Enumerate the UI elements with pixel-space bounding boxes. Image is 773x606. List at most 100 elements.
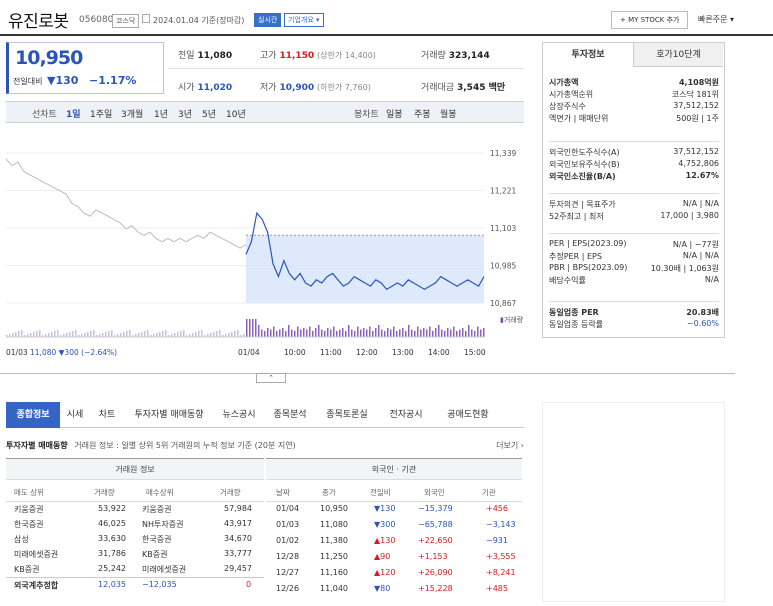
volume-bar <box>69 332 71 337</box>
price-rate: −1.17% <box>89 74 137 87</box>
collapse-chevron-icon[interactable]: ⌃ <box>256 373 286 383</box>
volume-bar <box>126 331 128 337</box>
period-1y[interactable]: 1년 <box>154 107 168 120</box>
period-10y[interactable]: 10년 <box>226 107 246 120</box>
open-label: 시가 <box>178 83 195 93</box>
volume-bar <box>312 331 314 337</box>
volume-bar <box>324 331 326 337</box>
tab-0[interactable]: 종합정보 <box>6 402 60 428</box>
foreign-row: 12/26 11,040 ▼80 +15,228 +485 <box>266 582 522 598</box>
invest-info-panel: 투자정보 호가10단계 시가총액 4,108억원 시가총액순위 코스닥 181위 상장주… <box>542 42 725 338</box>
line-chart-label: 선차트 <box>32 110 57 120</box>
invest-sep <box>549 301 719 302</box>
company-info-button[interactable]: 기업개요 ▾ <box>284 13 324 27</box>
broker-cell: 한국증권 <box>142 535 172 544</box>
side-ad-area <box>542 402 725 602</box>
invest-sep <box>549 141 719 142</box>
volume-bar <box>450 329 452 337</box>
broker-row: 삼성 33,630 한국증권 34,670 <box>6 532 264 547</box>
volume-bar <box>471 329 473 337</box>
foreign-cell: +15,228 <box>418 584 453 593</box>
invest-value: 500원 | 1주 <box>676 114 719 123</box>
col-buy-top: 매수상위 <box>146 488 174 497</box>
broker-cell: 미래에셋증권 <box>142 565 187 574</box>
volume-bar <box>249 319 251 337</box>
volume-bar <box>384 331 386 337</box>
candle-week[interactable]: 주봉 <box>414 107 431 120</box>
volume-bar <box>93 330 95 337</box>
volume-bar <box>306 329 308 337</box>
broker-table: 거래원 정보 매도 상위 거래량 매수상위 거래량 키움증권 53,922 키움증권… <box>6 458 264 594</box>
broker-cell: 46,025 <box>98 519 126 528</box>
invest-label: PBR | BPS(2023.09) <box>549 263 628 272</box>
tab-1[interactable]: 시세 <box>60 402 90 428</box>
broker-cell: 한국증권 <box>14 520 44 529</box>
add-mystock-button[interactable]: + MY STOCK 추가 <box>611 11 689 29</box>
broker-total-row: 외국계추정합 12,035 −12,035 0 <box>6 577 264 594</box>
volume-bar <box>432 331 434 337</box>
invest-label: 추정PER | EPS <box>549 252 602 261</box>
volume-bar <box>213 332 215 337</box>
volume-bar <box>483 328 485 337</box>
realtime-badge[interactable]: 실시간 <box>254 13 282 27</box>
volume-bar <box>39 330 41 337</box>
volume-bar <box>363 328 365 337</box>
foreign-cell: −3,143 <box>486 520 516 529</box>
volume-bar <box>201 330 203 337</box>
volume-bar <box>399 329 401 337</box>
more-link[interactable]: 더보기 › <box>496 440 524 451</box>
price-chart[interactable]: 11,339 11,221 11,103 10,985 10,867 01/04 10:0… <box>5 125 524 360</box>
foreign-cell: +8,241 <box>486 568 516 577</box>
foreign-cell: +26,090 <box>418 568 453 577</box>
today-range-highlight <box>246 235 484 303</box>
tab-invest-info[interactable]: 투자정보 <box>543 43 633 67</box>
invest-value: N/A | N/A <box>682 199 719 208</box>
candle-day[interactable]: 일봉 <box>386 107 403 120</box>
stock-header: 유진로봇 056080 코스닥 2024.01.04 기준(장마감) 실시간 기… <box>0 0 773 36</box>
col-inst: 기관 <box>482 488 496 497</box>
low-limit: (하한가 7,760) <box>317 83 371 92</box>
invest-sep <box>549 193 719 194</box>
y-tick-label: 10,867 <box>490 299 516 308</box>
x-tick-label: 12:00 <box>356 348 378 357</box>
tab-3[interactable]: 투자자별 매매동향 <box>124 402 214 428</box>
price-box: 10,950 전일대비 ▼130 −1.17% <box>6 42 164 94</box>
foreign-cell: ▲120 <box>374 568 396 577</box>
volume-bar <box>87 332 89 337</box>
broker-total-cell: 0 <box>246 580 252 589</box>
period-5y[interactable]: 5년 <box>202 107 216 120</box>
candle-month[interactable]: 월봉 <box>440 107 457 120</box>
period-3m[interactable]: 3개월 <box>121 107 143 120</box>
foreign-cell: 12/26 <box>276 584 300 593</box>
foreign-cell: −15,379 <box>418 504 453 513</box>
invest-row: PBR | BPS(2023.09) 10.30배 | 1,063원 <box>549 263 719 275</box>
tab-5[interactable]: 종목분석 <box>264 402 316 428</box>
foreign-cell: 11,250 <box>320 552 348 561</box>
low-label: 저가 <box>260 83 277 93</box>
foreign-cell: 12/28 <box>276 552 300 561</box>
period-3y[interactable]: 3년 <box>178 107 192 120</box>
volume-bar <box>420 329 422 337</box>
tab-7[interactable]: 전자공시 <box>378 402 434 428</box>
tab-4[interactable]: 뉴스공시 <box>214 402 264 428</box>
tab-orderbook[interactable]: 호가10단계 <box>633 43 723 67</box>
tab-6[interactable]: 종목토론실 <box>316 402 378 428</box>
volume-bar <box>447 328 449 337</box>
invest-row: 동일업종 등락률 −0.60% <box>549 319 719 331</box>
volume-bar <box>129 330 131 337</box>
quick-order-button[interactable]: 빠른주문 ▾ <box>698 14 734 25</box>
volume-bar <box>444 331 446 337</box>
invest-row: 외국인소진율(B/A) 12.67% <box>549 171 719 183</box>
price-change: ▼130 <box>47 74 79 87</box>
volume-bar <box>300 329 302 337</box>
tab-2[interactable]: 차트 <box>90 402 124 428</box>
broker-cell: 31,786 <box>98 549 126 558</box>
period-1d[interactable]: 1일 <box>66 107 81 120</box>
invest-label: 52주최고 | 최저 <box>549 212 604 221</box>
period-1w[interactable]: 1주일 <box>90 107 112 120</box>
volume-bar <box>174 333 176 337</box>
volume-bar <box>54 331 56 337</box>
amount-value: 3,545 백만 <box>457 83 506 93</box>
volume-bar <box>339 329 341 337</box>
tab-8[interactable]: 공매도현황 <box>434 402 502 428</box>
